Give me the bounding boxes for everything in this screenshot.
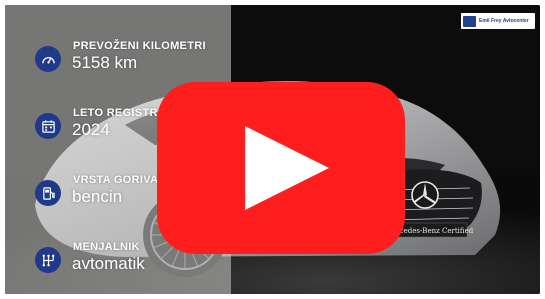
spec-value: 2024 [72,120,110,139]
dealer-logo: Emil Frey Avtocenter [461,13,535,29]
gearbox-icon [35,247,61,273]
calendar-icon [35,113,61,139]
spec-value: 5158 km [72,53,138,72]
spec-label: PREVOŽENI KILOMETRI [73,40,206,52]
fuel-pump-icon [35,180,61,206]
spec-value: avtomatik [72,254,145,273]
play-icon [245,126,329,210]
spec-label: VRSTA GORIVA [73,174,159,186]
dealer-name: Emil Frey Avtocenter [479,18,529,24]
spec-value: bencin [72,187,123,206]
speedometer-icon [35,46,61,72]
dealer-emblem-icon [463,15,476,27]
video-player[interactable]: PREVOŽENI KILOMETRI 5158 km LETO REGISTR… [5,5,540,294]
spec-label: MENJALNIK [73,241,140,253]
play-button[interactable] [157,82,405,254]
